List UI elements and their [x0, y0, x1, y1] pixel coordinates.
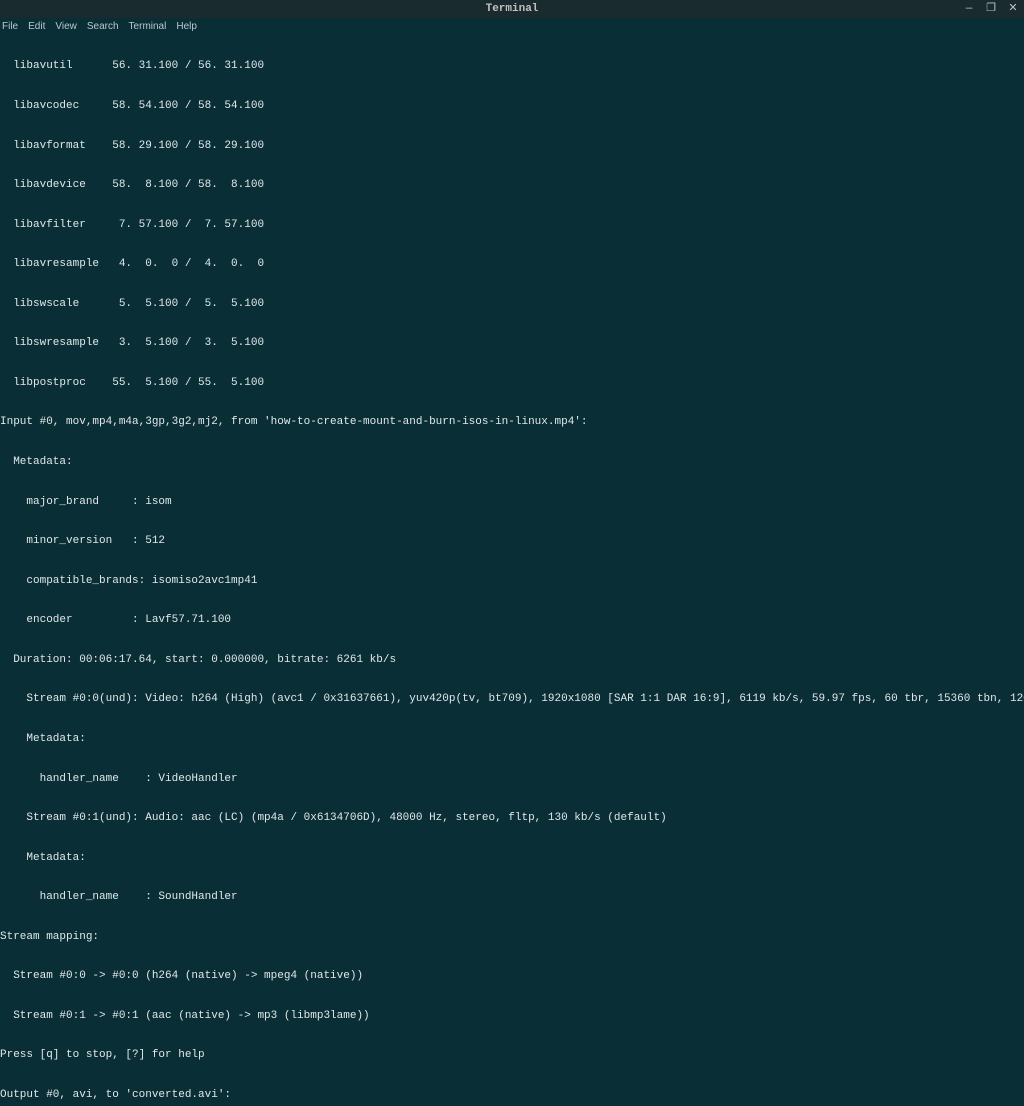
- menu-file[interactable]: File: [2, 21, 18, 32]
- output-line: Metadata:: [0, 852, 1024, 865]
- output-line: libavformat 58. 29.100 / 58. 29.100: [0, 140, 1024, 153]
- minimize-button[interactable]: —: [962, 2, 976, 16]
- output-line: Stream #0:0 -> #0:0 (h264 (native) -> mp…: [0, 970, 1024, 983]
- menu-help[interactable]: Help: [176, 21, 197, 32]
- maximize-button[interactable]: ❐: [984, 2, 998, 16]
- output-line: libavcodec 58. 54.100 / 58. 54.100: [0, 100, 1024, 113]
- output-line: handler_name : VideoHandler: [0, 773, 1024, 786]
- output-line: Stream #0:1(und): Audio: aac (LC) (mp4a …: [0, 812, 1024, 825]
- output-line: libswresample 3. 5.100 / 3. 5.100: [0, 337, 1024, 350]
- menu-terminal[interactable]: Terminal: [129, 21, 167, 32]
- menu-search[interactable]: Search: [87, 21, 119, 32]
- menu-view[interactable]: View: [55, 21, 77, 32]
- output-line: Metadata:: [0, 733, 1024, 746]
- output-line: compatible_brands: isomiso2avc1mp41: [0, 575, 1024, 588]
- output-line: Press [q] to stop, [?] for help: [0, 1049, 1024, 1062]
- output-line: libswscale 5. 5.100 / 5. 5.100: [0, 298, 1024, 311]
- output-line: Input #0, mov,mp4,m4a,3gp,3g2,mj2, from …: [0, 416, 1024, 429]
- output-line: libavdevice 58. 8.100 / 58. 8.100: [0, 179, 1024, 192]
- window-titlebar: Terminal — ❐ ✕: [0, 0, 1024, 18]
- output-line: Stream mapping:: [0, 931, 1024, 944]
- menubar: File Edit View Search Terminal Help: [0, 18, 1024, 34]
- window-title: Terminal: [486, 3, 539, 15]
- output-line: minor_version : 512: [0, 535, 1024, 548]
- output-line: libavfilter 7. 57.100 / 7. 57.100: [0, 219, 1024, 232]
- output-line: libavresample 4. 0. 0 / 4. 0. 0: [0, 258, 1024, 271]
- output-line: Duration: 00:06:17.64, start: 0.000000, …: [0, 654, 1024, 667]
- window-controls: — ❐ ✕: [962, 2, 1020, 16]
- output-line: major_brand : isom: [0, 496, 1024, 509]
- output-line: Stream #0:0(und): Video: h264 (High) (av…: [0, 693, 1024, 706]
- close-button[interactable]: ✕: [1006, 2, 1020, 16]
- menu-edit[interactable]: Edit: [28, 21, 45, 32]
- output-line: libpostproc 55. 5.100 / 55. 5.100: [0, 377, 1024, 390]
- output-line: Metadata:: [0, 456, 1024, 469]
- terminal-output[interactable]: libavutil 56. 31.100 / 56. 31.100 libavc…: [0, 34, 1024, 1106]
- output-line: Output #0, avi, to 'converted.avi':: [0, 1089, 1024, 1102]
- output-line: handler_name : SoundHandler: [0, 891, 1024, 904]
- output-line: libavutil 56. 31.100 / 56. 31.100: [0, 60, 1024, 73]
- output-line: encoder : Lavf57.71.100: [0, 614, 1024, 627]
- output-line: Stream #0:1 -> #0:1 (aac (native) -> mp3…: [0, 1010, 1024, 1023]
